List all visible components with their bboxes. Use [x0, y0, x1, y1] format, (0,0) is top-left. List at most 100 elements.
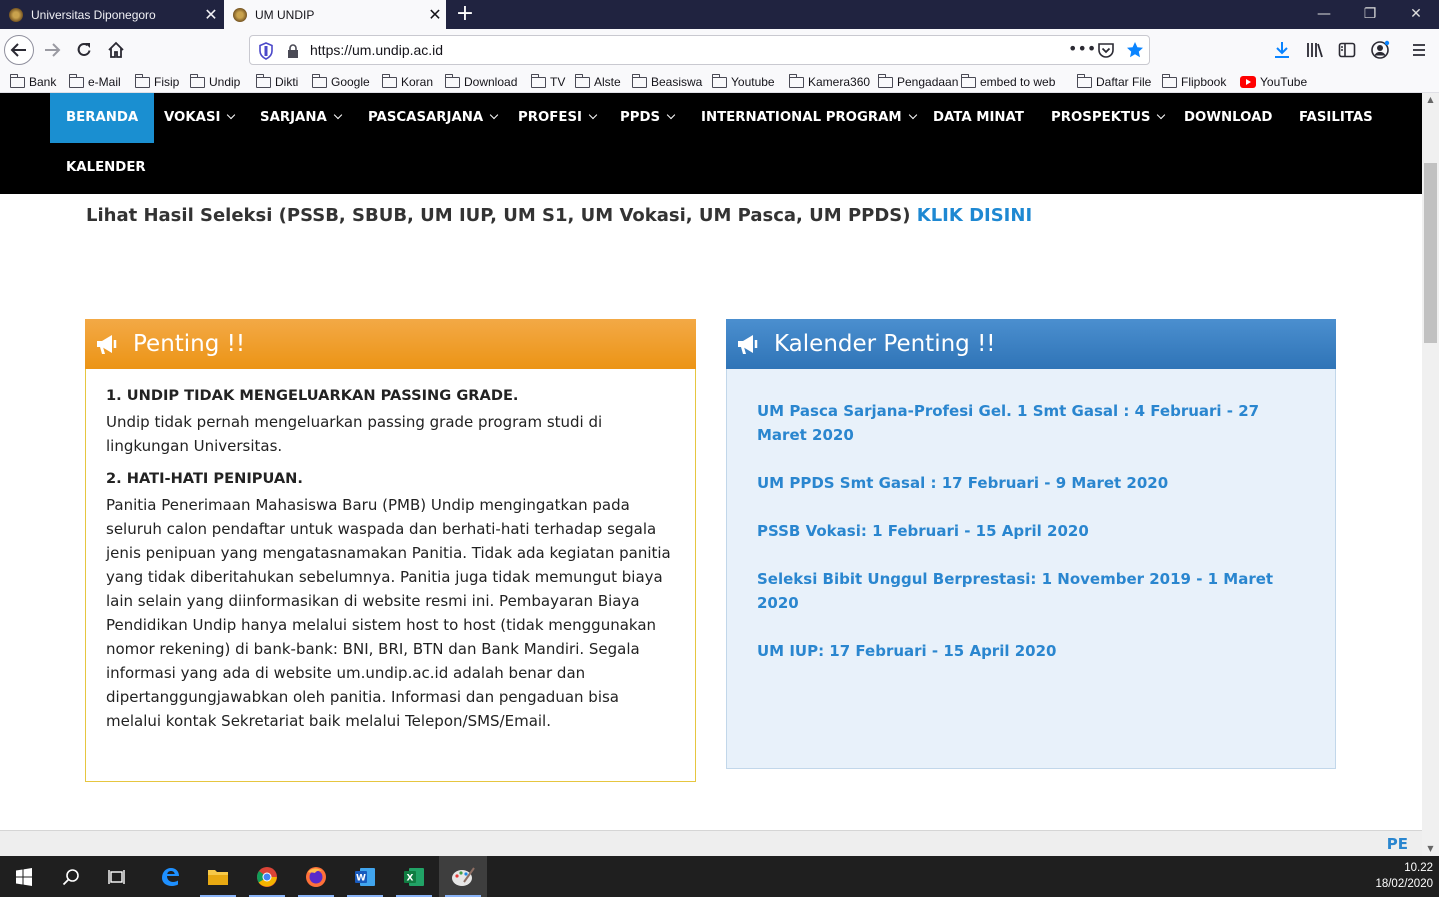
menu-sarjana[interactable]: SARJANA	[244, 93, 357, 143]
bookmark-daftar-file[interactable]: Daftar File	[1076, 73, 1151, 91]
tracking-shield-icon[interactable]	[258, 42, 274, 60]
scrollbar-thumb[interactable]	[1424, 163, 1437, 343]
bookmark-dikti[interactable]: Dikti	[255, 73, 298, 91]
menu-fasilitas[interactable]: FASILITAS	[1283, 93, 1389, 143]
kalender-link[interactable]: UM PPDS Smt Gasal : 17 Februari - 9 Mare…	[757, 471, 1305, 495]
firefox-icon[interactable]	[292, 856, 340, 897]
undip-favicon-icon	[9, 7, 23, 22]
new-tab-icon[interactable]: +	[452, 0, 478, 29]
folder-icon	[788, 73, 804, 88]
kalender-link[interactable]: PSSB Vokasi: 1 Februari - 15 April 2020	[757, 519, 1305, 543]
bookmark-fisip[interactable]: Fisip	[134, 73, 179, 91]
back-icon[interactable]	[4, 35, 34, 65]
bookmark-label: Undip	[209, 75, 241, 89]
menu-label: PASCASARJANA	[368, 110, 484, 125]
bookmark-youtube[interactable]: YouTube	[1240, 73, 1307, 91]
lock-icon[interactable]	[286, 43, 300, 59]
close-tab-icon[interactable]: ✕	[200, 5, 222, 25]
start-icon[interactable]	[0, 856, 48, 897]
edge-icon[interactable]	[146, 856, 194, 897]
menu-label: PPDS	[620, 110, 661, 125]
bookmark-label: YouTube	[1260, 75, 1308, 89]
bookmark-flipbook[interactable]: Flipbook	[1161, 73, 1226, 91]
chevron-down-icon	[666, 110, 676, 120]
bookmark-google[interactable]: Google	[311, 73, 370, 91]
library-icon[interactable]	[1306, 41, 1324, 59]
tab-um-undip[interactable]: UM UNDIP ✕	[224, 0, 446, 29]
folder-icon	[9, 73, 25, 88]
menu-download[interactable]: DOWNLOAD	[1168, 93, 1288, 143]
bookmark-label: Beasiswa	[651, 75, 703, 89]
forward-icon[interactable]	[37, 35, 67, 65]
home-icon[interactable]	[101, 35, 131, 65]
bookmark-tv[interactable]: TV	[530, 73, 565, 91]
file-explorer-icon[interactable]	[194, 856, 242, 897]
bookmark-youtube[interactable]: Youtube	[711, 73, 775, 91]
minimize-icon[interactable]: —	[1301, 0, 1347, 29]
menu-profesi[interactable]: PROFESI	[502, 93, 612, 143]
bookmark-alste[interactable]: Alste	[574, 73, 621, 91]
navigation-toolbar: https://um.undip.ac.id •••	[0, 29, 1439, 70]
klik-disini-link[interactable]: KLIK DISINI	[917, 205, 1032, 226]
menu-vokasi[interactable]: VOKASI	[148, 93, 250, 143]
bookmark-beasiswa[interactable]: Beasiswa	[631, 73, 703, 91]
excel-icon[interactable]: X	[390, 856, 438, 897]
bookmark-star-icon[interactable]	[1126, 41, 1144, 59]
menu-pascasarjana[interactable]: PASCASARJANA	[352, 93, 513, 143]
close-window-icon[interactable]: ✕	[1393, 0, 1439, 29]
menu-data-minat[interactable]: DATA MINAT	[917, 93, 1040, 143]
restore-icon[interactable]: ❐	[1347, 0, 1393, 29]
menu-international-program[interactable]: INTERNATIONAL PROGRAM	[685, 93, 932, 143]
hasil-seleksi-text: Lihat Hasil Seleksi (PSSB, SBUB, UM IUP,…	[86, 205, 911, 226]
task-view-icon[interactable]	[94, 856, 142, 897]
taskbar-clock[interactable]: 10.22 18/02/2020	[1375, 860, 1433, 892]
menu-label: INTERNATIONAL PROGRAM	[701, 110, 902, 125]
reload-icon[interactable]	[69, 35, 99, 65]
bookmark-e-mail[interactable]: e-Mail	[68, 73, 121, 91]
bookmark-label: Pengadaan	[897, 75, 959, 89]
bookmark-koran[interactable]: Koran	[381, 73, 433, 91]
chrome-icon[interactable]	[243, 856, 291, 897]
pocket-icon[interactable]	[1097, 41, 1115, 59]
penting-item-heading: 1. UNDIP TIDAK MENGELUARKAN PASSING GRAD…	[106, 387, 519, 404]
folder-icon	[134, 73, 150, 88]
bookmark-download[interactable]: Download	[444, 73, 517, 91]
bookmark-kamera360[interactable]: Kamera360	[788, 73, 870, 91]
bookmark-label: e-Mail	[88, 75, 121, 89]
folder-icon	[631, 73, 647, 88]
word-icon[interactable]: W	[341, 856, 389, 897]
tab-universitas-diponegoro[interactable]: Universitas Diponegoro ✕	[0, 0, 222, 29]
folder-icon	[444, 73, 460, 88]
menu-beranda[interactable]: BERANDA	[50, 93, 155, 143]
close-tab-icon[interactable]: ✕	[424, 5, 446, 25]
page-scrollbar[interactable]: ▲ ▼	[1422, 93, 1439, 856]
bookmark-bank[interactable]: Bank	[9, 73, 56, 91]
folder-icon	[711, 73, 727, 88]
bookmark-embed-to-web[interactable]: embed to web	[960, 73, 1055, 91]
menu-label: VOKASI	[164, 110, 221, 125]
search-icon[interactable]	[47, 856, 95, 897]
scroll-up-icon[interactable]: ▲	[1422, 93, 1439, 107]
paint-icon[interactable]	[439, 856, 487, 897]
account-icon[interactable]	[1370, 40, 1390, 60]
kalender-link[interactable]: UM IUP: 17 Februari - 15 April 2020	[757, 639, 1305, 663]
bookmark-undip[interactable]: Undip	[189, 73, 241, 91]
menu-label: DATA MINAT	[933, 110, 1024, 125]
sidebar-icon[interactable]	[1338, 41, 1356, 59]
site-navigation: BERANDA VOKASI SARJANA PASCASARJANA PROFESI P…	[0, 93, 1422, 194]
menu-prospektus[interactable]: PROSPEKTUS	[1035, 93, 1180, 143]
menu-kalender[interactable]: KALENDER	[50, 143, 162, 193]
menu-icon[interactable]	[1411, 42, 1427, 58]
menu-ppds[interactable]: PPDS	[604, 93, 690, 143]
kalender-link[interactable]: UM Pasca Sarjana-Profesi Gel. 1 Smt Gasa…	[757, 399, 1305, 447]
scroll-down-icon[interactable]: ▼	[1422, 842, 1439, 856]
bookmark-pengadaan[interactable]: Pengadaan	[877, 73, 959, 91]
pe-label[interactable]: PE	[1387, 835, 1408, 853]
page-actions-icon[interactable]: •••	[1068, 39, 1096, 58]
url-bar[interactable]: https://um.undip.ac.id •••	[249, 35, 1150, 65]
tab-bar: Universitas Diponegoro ✕ UM UNDIP ✕ + — …	[0, 0, 1439, 29]
folder-icon	[68, 73, 84, 88]
url-text[interactable]: https://um.undip.ac.id	[310, 42, 443, 58]
kalender-link[interactable]: Seleksi Bibit Unggul Berprestasi: 1 Nove…	[757, 567, 1305, 615]
downloads-icon[interactable]	[1273, 41, 1291, 59]
